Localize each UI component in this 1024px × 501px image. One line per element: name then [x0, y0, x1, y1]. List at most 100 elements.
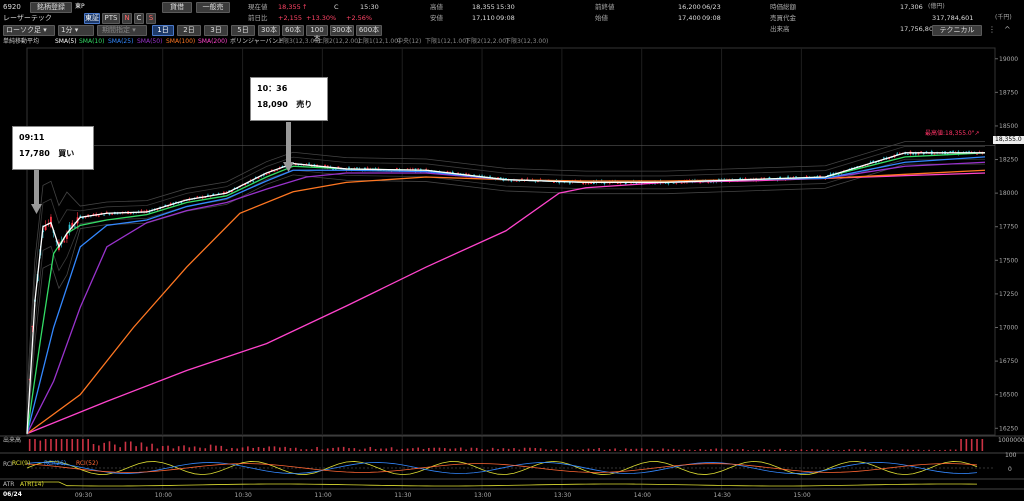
sell-time: 10：36: [257, 84, 288, 93]
volume-bar: [891, 449, 893, 451]
x-tick-label: 13:00: [474, 492, 491, 499]
volume-bar: [129, 441, 132, 451]
volume-bar: [752, 450, 755, 451]
volume-bar: [555, 449, 558, 451]
rci-scale-top: 100: [1005, 452, 1017, 459]
x-date-label: 06/24: [3, 491, 22, 498]
volume-bar: [710, 449, 712, 451]
volume-bar: [827, 449, 829, 451]
candle-body: [515, 180, 518, 182]
volume-bar: [678, 449, 680, 451]
volume-bar: [885, 450, 888, 451]
volume-bar: [433, 447, 435, 451]
volume-bar: [694, 450, 696, 451]
volume-bar: [896, 450, 898, 451]
chart-window: 6920 銘柄登録 東P レーザーテック 東証 PTS N C S 貸借 一般売…: [0, 0, 1024, 501]
rci-scale-mid: 0: [1008, 466, 1012, 473]
volume-bar: [922, 450, 925, 451]
volume-bar: [263, 447, 265, 451]
atr-line: [27, 481, 978, 487]
volume-bar: [135, 446, 137, 451]
volume-scale: 1000000: [998, 437, 1024, 444]
rci-legend-item: RCI(9): [12, 460, 30, 467]
volume-bar: [252, 447, 254, 451]
volume-bar: [481, 449, 483, 451]
x-tick-label: 11:30: [394, 492, 411, 499]
volume-bar: [486, 449, 489, 451]
volume-bar: [28, 439, 31, 451]
candle-body: [568, 182, 571, 184]
volume-bar: [204, 448, 207, 451]
volume-bar: [662, 448, 664, 451]
volume-bar: [704, 449, 707, 451]
volume-bar: [795, 450, 797, 451]
candle-body: [129, 213, 132, 214]
candle-body: [590, 182, 593, 185]
volume-bar: [310, 449, 313, 451]
volume-bar: [55, 439, 58, 451]
volume-bar: [726, 449, 728, 451]
volume-bar: [742, 448, 744, 451]
volume-bar: [928, 449, 930, 451]
candle-body: [795, 176, 797, 178]
volume-bar: [768, 449, 771, 451]
volume-bar: [459, 447, 462, 451]
candle-body: [356, 167, 358, 169]
volume-bar: [177, 446, 180, 451]
candle-body: [933, 153, 936, 155]
y-tick-label: 18500: [999, 123, 1018, 130]
volume-bar: [736, 449, 739, 451]
volume-bar: [348, 448, 350, 451]
rci-legend-item: RCI(52): [76, 460, 98, 467]
volume-bar: [545, 449, 547, 451]
bollinger-band: [26, 158, 985, 436]
volume-bar: [784, 450, 787, 451]
volume-bar: [731, 449, 733, 451]
volume-bar: [273, 446, 276, 451]
volume-bar: [880, 449, 883, 451]
volume-bar: [907, 449, 909, 451]
volume-bar: [44, 439, 47, 451]
volume-bar: [821, 450, 824, 451]
buy-action: 買い: [58, 149, 75, 158]
candle-body: [505, 178, 507, 179]
volume-bar: [305, 449, 308, 451]
volume-bar: [114, 444, 116, 451]
candle-body: [252, 180, 255, 182]
volume-bar: [279, 447, 281, 451]
volume-bar: [161, 446, 164, 451]
volume-bar: [369, 446, 372, 451]
x-tick-label: 09:30: [75, 492, 92, 499]
sell-arrow: [286, 122, 291, 162]
volume-bar: [587, 448, 590, 451]
volume-bar: [901, 449, 904, 451]
candle-body: [79, 215, 82, 217]
volume-bar: [683, 449, 686, 451]
volume-bar: [853, 449, 856, 451]
volume-bar: [294, 447, 297, 451]
volume-bar: [651, 448, 654, 451]
volume-bar: [390, 447, 393, 451]
volume-bar: [976, 439, 978, 451]
y-tick-label: 17000: [999, 325, 1018, 332]
volume-panel-label: 出来高: [3, 437, 22, 444]
y-tick-label: 18250: [999, 157, 1018, 164]
rci-panel-label: RCI: [3, 461, 13, 468]
volume-bar: [715, 448, 718, 451]
volume-bar: [167, 445, 169, 451]
x-tick-label: 13:30: [554, 492, 571, 499]
volume-bar: [172, 448, 175, 451]
buy-time: 09:11: [19, 133, 45, 142]
volume-bar: [50, 439, 52, 451]
candle-body: [196, 196, 199, 198]
volume-bar: [624, 448, 627, 451]
volume-bar: [268, 446, 270, 451]
candle-body: [308, 163, 310, 165]
volume-bar: [577, 449, 579, 451]
sell-callout: 10：36 18,090 売り: [250, 77, 328, 121]
volume-bar: [428, 447, 430, 451]
volume-bar: [758, 449, 760, 451]
candle-body: [699, 182, 702, 184]
volume-bar: [672, 448, 675, 451]
volume-bar: [438, 447, 441, 451]
